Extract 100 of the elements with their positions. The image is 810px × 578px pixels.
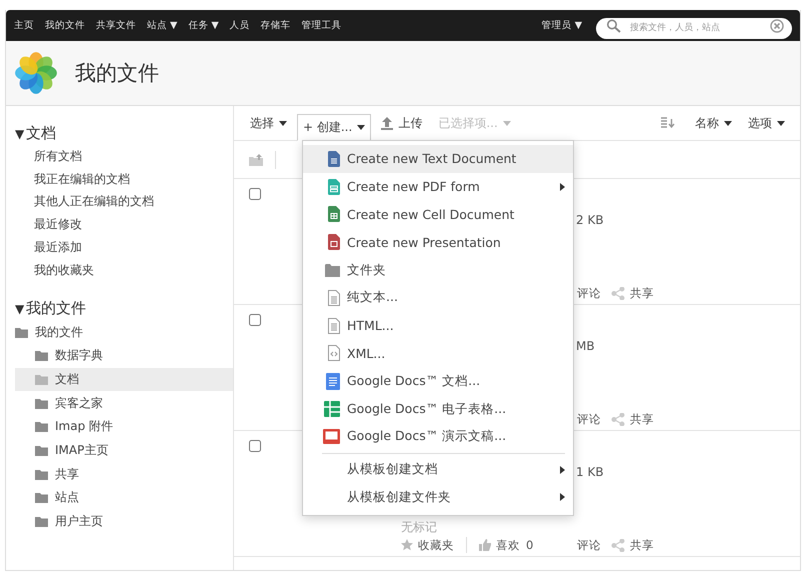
sidebar-link[interactable]: 其他人正在编辑的文档 bbox=[34, 190, 233, 214]
sort-direction-icon bbox=[661, 117, 675, 129]
star-icon bbox=[401, 539, 413, 551]
comment-link[interactable]: 评论 bbox=[577, 538, 601, 552]
nav-link[interactable]: 主页 bbox=[14, 19, 34, 32]
menu-item[interactable]: Create new Cell Document bbox=[303, 200, 573, 228]
share-link[interactable]: 共享 bbox=[611, 538, 654, 552]
user-menu[interactable]: 管理员 ▼ bbox=[542, 19, 582, 32]
tree-item[interactable]: 文档 bbox=[15, 368, 233, 392]
folder-icon bbox=[35, 421, 48, 432]
menu-item[interactable]: Google Docs™ 电子表格... bbox=[303, 395, 573, 423]
like-link[interactable]: 喜欢 bbox=[479, 538, 520, 552]
folder-icon bbox=[35, 374, 48, 385]
caret-icon bbox=[357, 124, 366, 130]
menu-item[interactable]: XML... bbox=[303, 340, 573, 368]
share-link[interactable]: 共享 bbox=[611, 412, 654, 426]
menu-item[interactable]: HTML... bbox=[303, 312, 573, 340]
sidebar-link[interactable]: 最近修改 bbox=[34, 213, 233, 236]
row-checkbox[interactable] bbox=[249, 188, 261, 200]
options-menu[interactable]: 选项 bbox=[742, 110, 791, 136]
tags-text: 无标记 bbox=[401, 520, 437, 534]
search-field[interactable]: 搜索文件，人员，站点 bbox=[596, 18, 792, 38]
nav-link[interactable]: 共享文件 bbox=[96, 19, 136, 32]
form-icon bbox=[328, 178, 340, 195]
code-file-icon bbox=[328, 345, 340, 362]
thumbs-up-icon bbox=[479, 539, 491, 551]
menu-item[interactable]: Google Docs™ 演示文稿... bbox=[303, 422, 573, 451]
document-icon bbox=[326, 372, 340, 390]
folder-icon bbox=[35, 350, 48, 362]
menu-item[interactable]: 从模板创建文档 bbox=[303, 456, 573, 484]
comment-link[interactable]: 评论 bbox=[577, 412, 601, 426]
menu-item[interactable]: 文件夹 bbox=[303, 256, 573, 284]
folder-icon bbox=[35, 516, 48, 528]
menu-item[interactable]: Create new PDF form bbox=[303, 172, 573, 201]
text-file-icon bbox=[328, 290, 340, 306]
upload-button[interactable]: 上传 bbox=[375, 110, 428, 136]
presentation-icon bbox=[328, 234, 340, 250]
tree-item[interactable]: 站点 bbox=[15, 486, 233, 510]
sidebar-link[interactable]: 我正在编辑的文档 bbox=[34, 168, 233, 190]
folder-icon bbox=[325, 264, 340, 277]
tree-item[interactable]: Imap 附件 bbox=[15, 414, 233, 439]
nav-link[interactable]: 任务 ▼ bbox=[188, 19, 219, 32]
file-info: 2 KB bbox=[576, 213, 605, 229]
menu-item[interactable]: 纯文本... bbox=[303, 284, 573, 312]
tree-item[interactable]: 用户主页 bbox=[15, 510, 233, 534]
share-icon bbox=[611, 538, 625, 552]
menu-item[interactable]: Google Docs™ 文档... bbox=[303, 367, 573, 396]
document-icon bbox=[328, 150, 340, 167]
share-link[interactable]: 共享 bbox=[611, 286, 654, 300]
presentation-icon bbox=[323, 429, 340, 444]
nav-link[interactable]: 站点 ▼ bbox=[147, 19, 178, 32]
tree-item[interactable]: 宾客之家 bbox=[15, 391, 233, 415]
folder-icon bbox=[15, 326, 28, 338]
sidebar-link[interactable]: 我的收藏夹 bbox=[34, 258, 233, 282]
tree-item[interactable]: IMAP主页 bbox=[15, 438, 233, 462]
sort-menu[interactable]: 名称 bbox=[689, 110, 738, 136]
expand-toggle[interactable]: ▼ bbox=[15, 126, 24, 140]
create-menu[interactable]: + 创建... bbox=[297, 114, 372, 140]
nav-link[interactable]: 存储车 bbox=[260, 19, 291, 32]
menu-item[interactable]: 从模板创建文件夹 bbox=[303, 484, 573, 512]
folder-icon bbox=[35, 468, 48, 480]
menu-item[interactable]: Create new Text Document bbox=[303, 145, 573, 173]
file-info: MB bbox=[576, 339, 596, 355]
nav-link[interactable]: 人员 bbox=[230, 19, 250, 32]
search-icon bbox=[606, 19, 622, 33]
menu-item[interactable]: Create new Presentation bbox=[303, 228, 573, 256]
tree-item[interactable]: 数据字典 bbox=[15, 344, 233, 368]
upload-icon bbox=[381, 116, 394, 130]
tree-item[interactable]: 共享 bbox=[15, 462, 233, 486]
section-title: 我的文件 bbox=[26, 299, 86, 318]
folder-icon bbox=[35, 398, 48, 409]
tree-item[interactable]: 我的文件 bbox=[15, 320, 233, 344]
caret-icon bbox=[724, 120, 732, 126]
row-checkbox[interactable] bbox=[249, 314, 261, 326]
comment-link[interactable]: 评论 bbox=[577, 286, 601, 300]
parent-folder-icon bbox=[249, 154, 263, 166]
section-title: 文档 bbox=[26, 124, 56, 143]
share-icon bbox=[611, 286, 625, 300]
caret-icon bbox=[502, 120, 511, 126]
caret-icon bbox=[777, 120, 785, 126]
logo-icon bbox=[13, 50, 59, 96]
row-checkbox[interactable] bbox=[249, 440, 261, 452]
spreadsheet-icon bbox=[324, 401, 340, 418]
share-icon bbox=[611, 412, 625, 426]
spreadsheet-icon bbox=[328, 206, 340, 222]
page-title: 我的文件 bbox=[75, 60, 159, 87]
sidebar-link[interactable]: 所有文档 bbox=[34, 145, 233, 168]
folder-icon bbox=[35, 492, 48, 504]
caret-icon bbox=[279, 120, 287, 126]
file-info: 1 KB bbox=[576, 465, 605, 481]
folder-icon bbox=[35, 445, 48, 456]
select-menu[interactable]: 选择 bbox=[244, 110, 293, 136]
nav-link[interactable]: 我的文件 bbox=[45, 19, 85, 32]
nav-link[interactable]: 管理工具 bbox=[302, 19, 342, 32]
expand-toggle[interactable]: ▼ bbox=[15, 302, 24, 316]
like-count: 0 bbox=[526, 538, 534, 552]
sidebar-link[interactable]: 最近添加 bbox=[34, 236, 233, 259]
favorite-link[interactable]: 收藏夹 bbox=[401, 538, 454, 552]
clear-icon bbox=[770, 19, 784, 33]
text-file-icon bbox=[328, 318, 340, 334]
